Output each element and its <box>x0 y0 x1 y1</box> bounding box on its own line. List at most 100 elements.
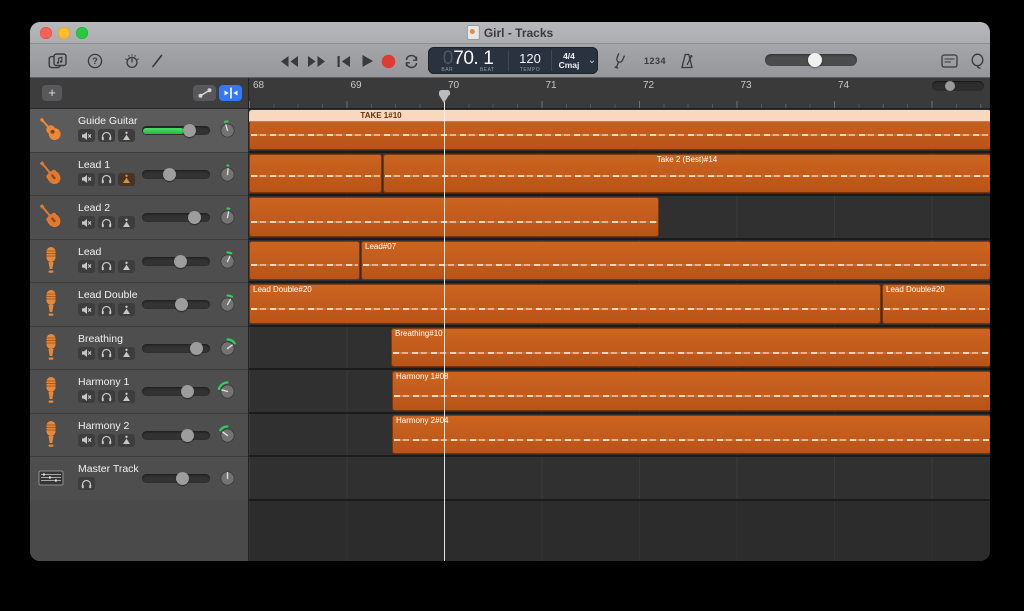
ruler[interactable]: 6869707172737475 <box>249 78 990 109</box>
track-lane-lead[interactable]: Lead#07 <box>249 240 990 284</box>
input-monitoring-button[interactable] <box>118 173 135 186</box>
track-header-lead-1[interactable]: Lead 1 <box>30 153 248 197</box>
metronome-icon[interactable] <box>676 52 698 70</box>
track-volume-slider[interactable] <box>142 344 210 353</box>
track-volume-slider[interactable] <box>142 431 210 440</box>
track-lane-lead-double[interactable]: Lead Double#20Lead Double#20 <box>249 283 990 327</box>
track-header-guide-guitar[interactable]: Guide Guitar <box>30 109 248 153</box>
mute-button[interactable] <box>78 390 95 403</box>
pan-knob[interactable] <box>217 294 238 315</box>
mute-button[interactable] <box>78 434 95 447</box>
audio-region-take-2-best14[interactable]: Take 2 (Best)#14 <box>383 154 990 194</box>
mute-button[interactable] <box>78 347 95 360</box>
pan-knob[interactable] <box>217 251 238 272</box>
quick-help-icon[interactable]: ? <box>84 52 106 70</box>
mute-button[interactable] <box>78 173 95 186</box>
audio-region-lead-double20[interactable]: Lead Double#20 <box>882 284 990 324</box>
mute-button[interactable] <box>78 216 95 229</box>
pan-knob[interactable] <box>217 207 238 228</box>
fast-forward-icon[interactable] <box>306 52 328 70</box>
zoom-slider-knob[interactable] <box>945 81 955 91</box>
horizontal-zoom-slider[interactable] <box>932 81 984 91</box>
solo-button[interactable] <box>78 477 95 490</box>
tuner-icon[interactable] <box>608 52 630 70</box>
timeline[interactable]: 6869707172737475 TAKE 1#10Take 2 (Best)#… <box>249 78 990 561</box>
solo-button[interactable] <box>98 434 115 447</box>
go-to-beginning-icon[interactable] <box>332 52 354 70</box>
track-lane-harmony-2[interactable]: Harmony 2#04 <box>249 414 990 458</box>
volume-slider-knob[interactable] <box>183 124 196 137</box>
solo-button[interactable] <box>98 390 115 403</box>
smart-controls-icon[interactable] <box>121 52 143 70</box>
track-header-master-track[interactable]: Master Track <box>30 457 248 501</box>
volume-slider-knob[interactable] <box>176 472 189 485</box>
display-mode-icon[interactable] <box>938 52 960 70</box>
track-lane-guide-guitar[interactable]: TAKE 1#10 <box>249 109 990 153</box>
chevron-down-icon[interactable]: ⌄ <box>586 47 598 74</box>
volume-slider-knob[interactable] <box>181 429 194 442</box>
volume-slider-knob[interactable] <box>175 298 188 311</box>
editors-icon[interactable] <box>146 52 168 70</box>
track-header-breathing[interactable]: Breathing <box>30 327 248 371</box>
input-monitoring-button[interactable] <box>118 260 135 273</box>
audio-region-harmony-204[interactable]: Harmony 2#04 <box>392 415 990 455</box>
track-volume-slider[interactable] <box>142 126 210 135</box>
timeline-empty-area[interactable] <box>249 501 990 562</box>
pan-knob[interactable] <box>217 468 238 489</box>
catch-playhead-button[interactable] <box>219 85 242 101</box>
track-volume-slider[interactable] <box>142 170 210 179</box>
input-monitoring-button[interactable] <box>118 347 135 360</box>
input-monitoring-button[interactable] <box>118 303 135 316</box>
track-lane-lead-2[interactable] <box>249 196 990 240</box>
audio-region[interactable] <box>249 241 360 281</box>
master-volume-slider[interactable] <box>765 54 857 66</box>
solo-button[interactable] <box>98 216 115 229</box>
track-lane-harmony-1[interactable]: Harmony 1#08 <box>249 370 990 414</box>
track-header-harmony-2[interactable]: Harmony 2 <box>30 414 248 458</box>
play-icon[interactable] <box>356 52 378 70</box>
input-monitoring-button[interactable] <box>118 390 135 403</box>
audio-region-take-110[interactable]: TAKE 1#10 <box>249 110 990 150</box>
solo-button[interactable] <box>98 173 115 186</box>
rewind-icon[interactable] <box>278 52 300 70</box>
volume-slider-knob[interactable] <box>190 342 203 355</box>
track-volume-slider[interactable] <box>142 213 210 222</box>
track-header-lead[interactable]: Lead <box>30 240 248 284</box>
track-header-lead-2[interactable]: Lead 2 <box>30 196 248 240</box>
solo-button[interactable] <box>98 129 115 142</box>
mute-button[interactable] <box>78 303 95 316</box>
count-in-icon[interactable]: 1234 <box>644 52 666 70</box>
solo-button[interactable] <box>98 303 115 316</box>
track-lane-breathing[interactable]: Breathing#10 <box>249 327 990 371</box>
track-header-harmony-1[interactable]: Harmony 1 <box>30 370 248 414</box>
master-volume-knob[interactable] <box>808 53 822 67</box>
mute-button[interactable] <box>78 260 95 273</box>
input-monitoring-button[interactable] <box>118 129 135 142</box>
volume-slider-knob[interactable] <box>188 211 201 224</box>
automation-button[interactable] <box>193 85 216 101</box>
record-icon[interactable] <box>377 52 399 70</box>
volume-slider-knob[interactable] <box>163 168 176 181</box>
pan-knob[interactable] <box>217 164 238 185</box>
input-monitoring-button[interactable] <box>118 434 135 447</box>
audio-region-harmony-108[interactable]: Harmony 1#08 <box>392 371 990 411</box>
track-volume-slider[interactable] <box>142 474 210 483</box>
input-monitoring-button[interactable] <box>118 216 135 229</box>
minimize-button[interactable] <box>58 27 70 39</box>
track-lane-master-track[interactable] <box>249 457 990 501</box>
audio-region[interactable] <box>249 154 382 194</box>
track-volume-slider[interactable] <box>142 387 210 396</box>
audio-region-lead-double20[interactable]: Lead Double#20 <box>249 284 881 324</box>
cycle-icon[interactable] <box>400 52 422 70</box>
track-volume-slider[interactable] <box>142 257 210 266</box>
track-header-lead-double[interactable]: Lead Double <box>30 283 248 327</box>
volume-slider-knob[interactable] <box>181 385 194 398</box>
solo-button[interactable] <box>98 260 115 273</box>
close-button[interactable] <box>40 27 52 39</box>
track-lane-lead-1[interactable]: Take 2 (Best)#14 <box>249 153 990 197</box>
pan-knob[interactable] <box>217 120 238 141</box>
library-icon[interactable] <box>46 52 68 70</box>
loop-browser-icon[interactable] <box>966 52 988 70</box>
track-volume-slider[interactable] <box>142 300 210 309</box>
pan-knob[interactable] <box>217 425 238 446</box>
